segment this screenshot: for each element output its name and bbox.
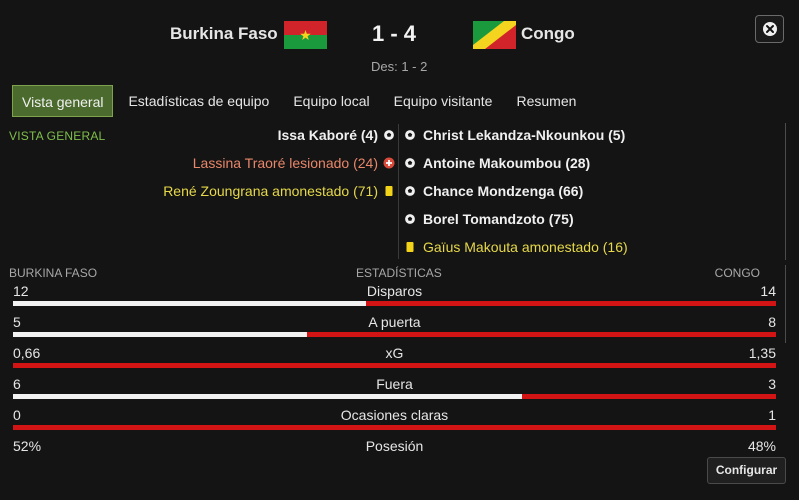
stat-away-value: 14 — [760, 283, 776, 299]
close-button[interactable] — [755, 15, 784, 43]
stat-bar-home-fill — [13, 394, 522, 399]
burkina-faso-flag-icon — [284, 21, 327, 49]
away-event: Chance Mondzenga (66) — [404, 177, 784, 205]
event-text: Christ Lekandza-Nkounkou (5) — [423, 127, 626, 143]
away-team-name: Congo — [521, 24, 575, 43]
away-event: Christ Lekandza-Nkounkou (5) — [404, 121, 784, 149]
stat-label: A puerta — [368, 314, 421, 330]
home-team-name: Burkina Faso — [170, 24, 278, 43]
stat-away-value: 48% — [747, 438, 776, 454]
configure-button[interactable]: Configurar — [707, 457, 786, 484]
halftime-score: Des: 1 - 2 — [371, 59, 428, 74]
ball-icon — [404, 213, 416, 225]
home-event: Issa Kaboré (4) — [100, 121, 395, 149]
stat-away-value: 8 — [768, 314, 776, 330]
stat-row: 0 Ocasiones claras 1 — [13, 407, 776, 438]
tab-resumen[interactable]: Resumen — [507, 85, 585, 117]
stats-away-team-label: CONGO — [714, 266, 760, 280]
stat-bar — [13, 425, 776, 430]
match-header: Burkina Faso 1 - 4 Congo Des: 1 - 2 — [0, 0, 799, 80]
tab-vista-general[interactable]: Vista general — [12, 85, 114, 117]
stat-row: 52% Posesión 48% — [13, 438, 776, 469]
stat-away-value: 3 — [768, 376, 776, 392]
injury-icon — [383, 157, 395, 169]
ball-icon — [404, 157, 416, 169]
stat-away-value: 1,35 — [748, 345, 776, 361]
yellow-card-icon — [406, 242, 414, 252]
match-score: 1 - 4 — [372, 21, 417, 46]
home-event: René Zoungrana amonestado (71) — [100, 177, 395, 205]
event-text: Borel Tomandzoto (75) — [423, 211, 574, 227]
events-scrollbar[interactable] — [785, 123, 786, 260]
home-events-list: Issa Kaboré (4) Lassina Traoré lesionado … — [100, 121, 395, 205]
stat-away-value: 1 — [768, 407, 776, 423]
stat-label: xG — [385, 345, 404, 361]
close-icon — [762, 22, 777, 36]
event-text: Antoine Makoumbou (28) — [423, 155, 591, 171]
stats-title: ESTADÍSTICAS — [356, 266, 442, 280]
yellow-card-icon — [385, 186, 393, 196]
stat-row: 6 Fuera 3 — [13, 376, 776, 407]
tab-equipo-visitante[interactable]: Equipo visitante — [385, 85, 502, 117]
tab-bar: Vista general Estadísticas de equipo Equ… — [12, 85, 591, 117]
stat-row: 12 Disparos 14 — [13, 283, 776, 314]
away-event: Borel Tomandzoto (75) — [404, 205, 784, 233]
ball-icon — [404, 185, 416, 197]
stat-bar-home-fill — [13, 301, 366, 306]
away-event: Antoine Makoumbou (28) — [404, 149, 784, 177]
ball-icon — [404, 129, 416, 141]
ball-icon — [383, 129, 395, 141]
away-events-list: Christ Lekandza-Nkounkou (5) Antoine Mako… — [404, 121, 784, 261]
event-text: Lassina Traoré lesionado (24) — [192, 155, 378, 171]
stat-bar — [13, 394, 776, 399]
stat-bar — [13, 363, 776, 368]
stat-bar — [13, 332, 776, 337]
tab-estadisticas-equipo[interactable]: Estadísticas de equipo — [119, 85, 278, 117]
event-text: René Zoungrana amonestado (71) — [163, 183, 378, 199]
event-text: Issa Kaboré (4) — [277, 127, 378, 143]
stat-row: 5A puerta 8 — [13, 314, 776, 345]
stat-label: Posesión — [365, 438, 424, 454]
stat-bar — [13, 301, 776, 306]
stat-bar-home-fill — [13, 332, 307, 337]
away-event: Gaïus Makouta amonestado (16) — [404, 233, 784, 261]
stat-label: Fuera — [376, 376, 413, 392]
overview-section-label: VISTA GENERAL — [9, 129, 106, 143]
stat-label: Disparos — [366, 283, 423, 299]
tab-equipo-local[interactable]: Equipo local — [284, 85, 378, 117]
home-event: Lassina Traoré lesionado (24) — [100, 149, 395, 177]
stat-row: 0,66 xG 1,35 — [13, 345, 776, 376]
stat-label: Ocasiones claras — [340, 407, 449, 423]
event-text: Gaïus Makouta amonestado (16) — [423, 239, 628, 255]
event-text: Chance Mondzenga (66) — [423, 183, 584, 199]
events-divider — [398, 124, 399, 259]
stats-home-team-label: BURKINA FASO — [9, 266, 98, 280]
congo-flag-icon — [473, 21, 516, 49]
stats-scrollbar[interactable] — [785, 265, 786, 343]
